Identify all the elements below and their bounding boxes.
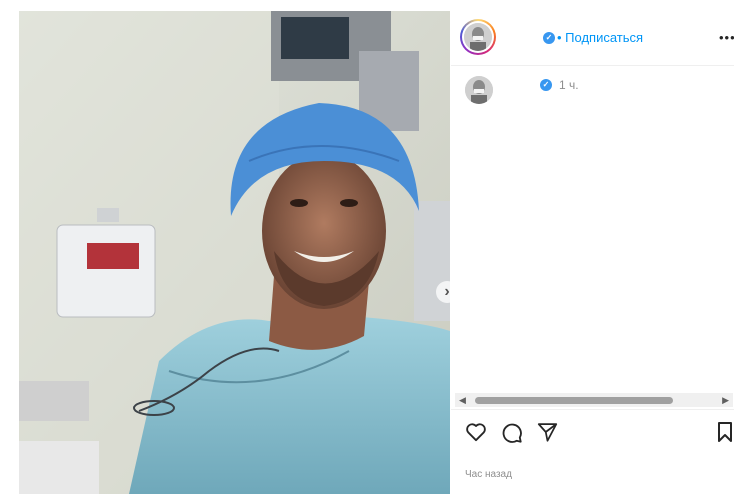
post-photo: › <box>19 11 450 494</box>
scrollbar-thumb[interactable] <box>475 397 673 404</box>
follow-button[interactable]: • Подписаться <box>557 30 643 45</box>
horizontal-scrollbar[interactable]: ◀ ▶ <box>455 393 733 407</box>
verified-badge-icon: ✓ <box>543 32 555 44</box>
scroll-left-icon[interactable]: ◀ <box>459 395 466 406</box>
author-avatar[interactable] <box>460 19 496 55</box>
post-panel: ✓ • Подписаться ••• ✓ 1 ч. ◀ ▶ Час назад <box>451 11 734 494</box>
comment-author-avatar[interactable] <box>465 76 493 104</box>
chevron-right-icon: › <box>444 283 450 300</box>
comment-timestamp: 1 ч. <box>559 78 579 92</box>
verified-badge-icon: ✓ <box>540 79 552 91</box>
post-photo-image <box>19 11 450 494</box>
comment-icon[interactable] <box>501 422 523 444</box>
avatar-image <box>464 23 492 51</box>
avatar-image <box>465 76 493 104</box>
post-header: ✓ • Подписаться ••• <box>451 11 734 66</box>
more-options-icon[interactable]: ••• <box>719 30 734 45</box>
post-time-ago: Час назад <box>465 469 512 480</box>
heart-icon[interactable] <box>465 422 487 442</box>
bookmark-icon[interactable] <box>717 422 733 442</box>
share-icon[interactable] <box>537 422 558 442</box>
scroll-right-icon[interactable]: ▶ <box>722 395 729 406</box>
action-bar <box>451 409 734 454</box>
